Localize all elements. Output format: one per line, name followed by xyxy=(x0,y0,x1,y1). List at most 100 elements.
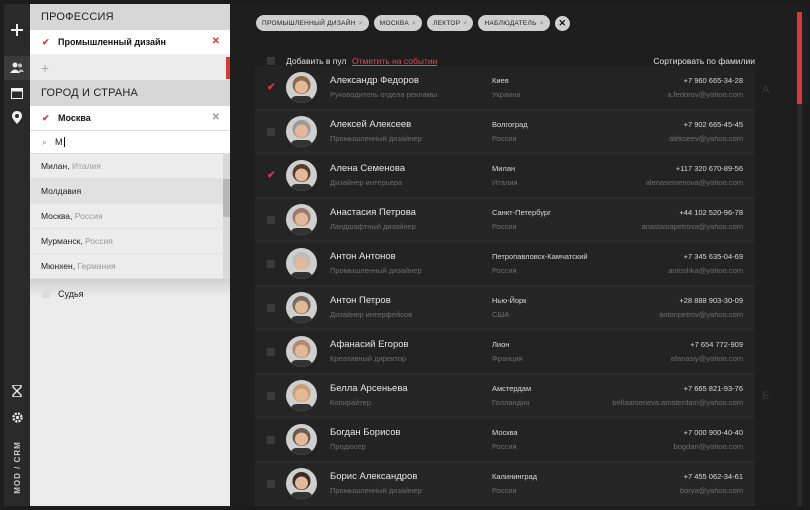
contact-name[interactable]: Антон Антонов xyxy=(330,251,396,262)
calendar-icon[interactable] xyxy=(4,81,30,105)
row-checkbox[interactable]: ✔ xyxy=(267,171,275,181)
suggestion-item[interactable]: Москва, Россия xyxy=(30,204,223,229)
contact-phone[interactable]: +7 902 665-45-45 xyxy=(684,120,743,129)
contact-name[interactable]: Алексей Алексеев xyxy=(330,119,411,130)
contact-email[interactable]: a.fedorov@yahoo.com xyxy=(667,90,743,99)
contact-name[interactable]: Борис Александров xyxy=(330,471,417,482)
contact-row[interactable]: Антон Антонов Промышленный дизайнер Петроп… xyxy=(255,242,755,286)
contact-country: Россия xyxy=(492,486,517,495)
contact-position: Дизайнер интерфейсов xyxy=(330,310,413,319)
contact-name[interactable]: Анастасия Петрова xyxy=(330,207,416,218)
location-pin-icon[interactable] xyxy=(4,105,30,129)
mark-on-event-link[interactable]: Отметить на событии xyxy=(352,56,437,66)
contact-row[interactable]: ✔ Александр Федоров Руководитель отдела ре… xyxy=(255,66,755,110)
row-checkbox[interactable] xyxy=(267,304,275,312)
hourglass-icon[interactable] xyxy=(4,379,30,403)
contact-row[interactable]: Богдан Борисов Продюсер Москва Россия +7 000… xyxy=(255,418,755,462)
sort-dropdown[interactable]: Сортировать по фамилии xyxy=(653,56,755,66)
row-checkbox[interactable] xyxy=(267,392,275,400)
avatar[interactable] xyxy=(286,336,317,367)
contact-email[interactable]: alenasemenova@yahoo.com xyxy=(646,178,743,187)
suggestion-item[interactable]: Милан, Италия xyxy=(30,154,223,179)
contact-email[interactable]: afanasiy@yahoo.com xyxy=(671,354,743,363)
filter-panel: ПРОФЕССИЯ ✔ Промышленный дизайн ✕ + ГОРО… xyxy=(30,4,230,506)
remove-icon[interactable]: ✕ xyxy=(212,112,220,123)
contact-phone[interactable]: +7 000 900-40-40 xyxy=(684,428,743,437)
add-profession-button[interactable]: + xyxy=(30,56,230,80)
option-judge[interactable]: Судья xyxy=(30,282,230,306)
contact-name[interactable]: Белла Арсеньева xyxy=(330,383,408,394)
select-all-checkbox[interactable] xyxy=(267,57,275,65)
filter-tag[interactable]: НАБЛЮДАТЕЛЬ × xyxy=(478,15,550,31)
contact-row[interactable]: Алексей Алексеев Промышленный дизайнер Вол… xyxy=(255,110,755,154)
suggestion-item[interactable]: Молдавия xyxy=(30,179,223,204)
contact-email[interactable]: bogdan@yahoo.com xyxy=(674,442,743,451)
contacts-icon[interactable] xyxy=(4,56,30,80)
avatar[interactable] xyxy=(286,160,317,191)
contact-row[interactable]: Белла Арсеньева Копирайтер Амстердам Голлан… xyxy=(255,374,755,418)
contact-name[interactable]: Антон Петров xyxy=(330,295,391,306)
contact-position: Ландшафтный дизайнер xyxy=(330,222,416,231)
profession-selected-item[interactable]: ✔ Промышленный дизайн ✕ xyxy=(30,30,230,54)
city-search-input[interactable]: ⌕ М xyxy=(30,130,230,154)
contact-email[interactable]: anastasiapetrova@yahoo.com xyxy=(642,222,743,231)
contact-phone[interactable]: +7 345 635-04-69 xyxy=(684,252,743,261)
contact-city: Нью-Йорк xyxy=(492,296,527,305)
city-selected-item[interactable]: ✔ Москва ✕ xyxy=(30,106,230,130)
contact-country: Россия xyxy=(492,442,517,451)
contact-email[interactable]: antonpetrov@yahoo.com xyxy=(659,310,743,319)
contact-email[interactable]: antoshka@yahoo.com xyxy=(668,266,743,275)
contact-phone[interactable]: +7 665 821-93-76 xyxy=(684,384,743,393)
plus-icon[interactable] xyxy=(4,18,30,42)
avatar[interactable] xyxy=(286,72,317,103)
filter-tag[interactable]: МОСКВА × xyxy=(373,15,423,31)
contact-phone[interactable]: +44 102 520-96-78 xyxy=(679,208,743,217)
contact-name[interactable]: Богдан Борисов xyxy=(330,427,401,438)
contact-phone[interactable]: +28 888 903-30-09 xyxy=(679,296,743,305)
contact-email[interactable]: borya@yahoo.com xyxy=(680,486,743,495)
suggestion-item[interactable]: Мурманск, Россия xyxy=(30,229,223,254)
contact-name[interactable]: Алена Семенова xyxy=(330,163,405,174)
suggestions-scroll-thumb[interactable] xyxy=(223,179,230,217)
remove-icon[interactable]: ✕ xyxy=(212,36,220,47)
row-checkbox[interactable] xyxy=(267,348,275,356)
filter-tag[interactable]: ЛЕКТОР × xyxy=(427,15,474,31)
contact-email[interactable]: alekseev@yahoo.com xyxy=(669,134,743,143)
row-checkbox[interactable] xyxy=(267,436,275,444)
row-checkbox[interactable] xyxy=(267,480,275,488)
row-checkbox[interactable]: ✔ xyxy=(267,83,275,93)
contact-name[interactable]: Афанасий Егоров xyxy=(330,339,409,350)
clear-filters-button[interactable]: ✕ xyxy=(554,15,570,31)
row-checkbox[interactable] xyxy=(267,216,275,224)
index-letter[interactable]: Б xyxy=(762,390,769,402)
gear-icon[interactable] xyxy=(4,405,30,429)
contact-row[interactable]: Борис Александров Промышленный дизайнер Ка… xyxy=(255,462,755,506)
row-checkbox[interactable] xyxy=(267,128,275,136)
contact-phone[interactable]: +117 320 670-89-56 xyxy=(676,164,743,173)
contact-row[interactable]: Афанасий Егоров Креативный директор Лион Фр… xyxy=(255,330,755,374)
contact-row[interactable]: ✔ Алена Семенова Дизайнер интерьера Милан Ит… xyxy=(255,154,755,198)
row-checkbox[interactable] xyxy=(267,260,275,268)
contact-row[interactable]: Антон Петров Дизайнер интерфейсов Нью-Йорк… xyxy=(255,286,755,330)
filter-tag[interactable]: ПРОМЫШЛЕННЫЙ ДИЗАЙН × xyxy=(256,15,369,31)
avatar[interactable] xyxy=(286,380,317,411)
index-letter[interactable]: А xyxy=(762,84,769,96)
add-to-pool-button[interactable]: Добавить в пул xyxy=(286,56,346,66)
avatar[interactable] xyxy=(286,424,317,455)
active-filter-tags: ПРОМЫШЛЕННЫЙ ДИЗАЙН × МОСКВА × ЛЕКТОР × НАБ… xyxy=(256,15,570,31)
contact-email[interactable]: bellaarseneva.amsterdam@yahoo.com xyxy=(612,398,743,407)
main-scroll-thumb[interactable] xyxy=(797,12,802,104)
contact-city: Петропавловск-Камчатский xyxy=(492,252,588,261)
avatar[interactable] xyxy=(286,116,317,147)
contact-phone[interactable]: +7 455 062-34-61 xyxy=(684,472,743,481)
contact-name[interactable]: Александр Федоров xyxy=(330,75,419,86)
avatar[interactable] xyxy=(286,468,317,499)
avatar[interactable] xyxy=(286,248,317,279)
checkbox[interactable] xyxy=(42,290,50,298)
contact-row[interactable]: Анастасия Петрова Ландшафтный дизайнер Сан… xyxy=(255,198,755,242)
contact-phone[interactable]: +7 960 665-34-28 xyxy=(684,76,743,85)
suggestion-item[interactable]: Мюнхен, Германия xyxy=(30,254,223,279)
contact-phone[interactable]: +7 654 772-909 xyxy=(690,340,743,349)
avatar[interactable] xyxy=(286,204,317,235)
avatar[interactable] xyxy=(286,292,317,323)
